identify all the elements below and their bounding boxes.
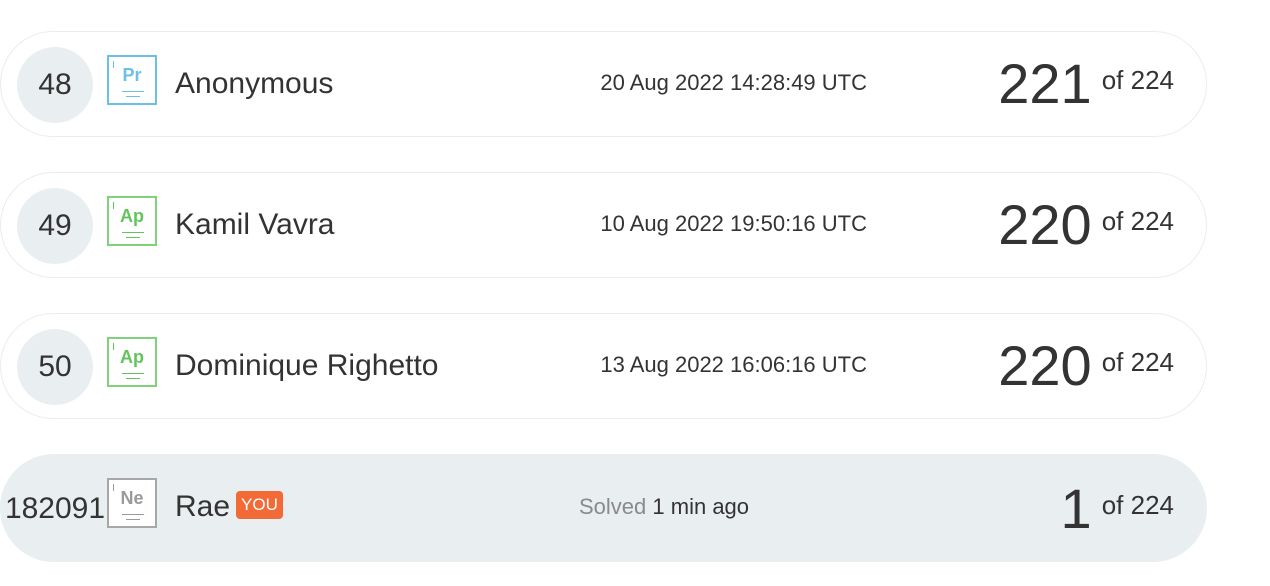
badge-symbol: Ap	[120, 347, 144, 367]
praseodymium-element-icon: Pr	[107, 55, 157, 105]
completion-date: 13 Aug 2022 16:06:16 UTC	[600, 352, 867, 377]
leaderboard-row: 48 Pr Anonymous 20 Aug 2022 14:28:49 UTC…	[0, 31, 1207, 137]
player-name[interactable]: Anonymous	[175, 66, 333, 102]
player-name[interactable]: Dominique Righetto	[175, 348, 438, 384]
current-user-row: 182091 Ne Rae YOU Solved 1 min ago 1 of 2…	[0, 454, 1207, 562]
player-name[interactable]: Rae YOU	[175, 489, 283, 525]
completion-date: 20 Aug 2022 14:28:49 UTC	[600, 70, 867, 95]
score-value: 220	[998, 334, 1092, 397]
rank-number: 49	[17, 188, 93, 264]
badge-symbol: Ne	[120, 488, 144, 508]
rank-number: 48	[17, 47, 93, 123]
score-value: 220	[998, 193, 1092, 256]
solved-time: 1 min ago	[652, 494, 750, 519]
completion-date: 10 Aug 2022 19:50:16 UTC	[600, 211, 867, 236]
player-name[interactable]: Kamil Vavra	[175, 207, 335, 243]
score: 220 of 224	[998, 193, 1174, 257]
you-badge: YOU	[236, 491, 283, 520]
score: 220 of 224	[998, 334, 1174, 398]
score-total: of 224	[1101, 347, 1174, 377]
score-total: of 224	[1101, 490, 1174, 520]
ap-element-icon: Ap	[107, 196, 157, 246]
score-total: of 224	[1101, 206, 1174, 236]
player-name-text: Rae	[175, 490, 231, 523]
leaderboard-list: 48 Pr Anonymous 20 Aug 2022 14:28:49 UTC…	[0, 0, 1270, 586]
badge-symbol: Ap	[120, 206, 144, 226]
solved-label: Solved	[579, 494, 647, 519]
score-value: 221	[998, 52, 1092, 115]
badge-symbol: Pr	[122, 65, 142, 85]
score-total: of 224	[1101, 65, 1174, 95]
score: 1 of 224	[1061, 477, 1174, 541]
solved-status: Solved 1 min ago	[579, 494, 749, 520]
leaderboard-row: 50 Ap Dominique Righetto 13 Aug 2022 16:…	[0, 313, 1207, 419]
score: 221 of 224	[998, 52, 1174, 116]
leaderboard-row: 49 Ap Kamil Vavra 10 Aug 2022 19:50:16 U…	[0, 172, 1207, 278]
rank-number: 182091	[4, 492, 106, 525]
neon-element-icon: Ne	[107, 478, 157, 528]
rank-number: 50	[17, 329, 93, 405]
ap-element-icon: Ap	[107, 337, 157, 387]
score-value: 1	[1060, 477, 1092, 540]
